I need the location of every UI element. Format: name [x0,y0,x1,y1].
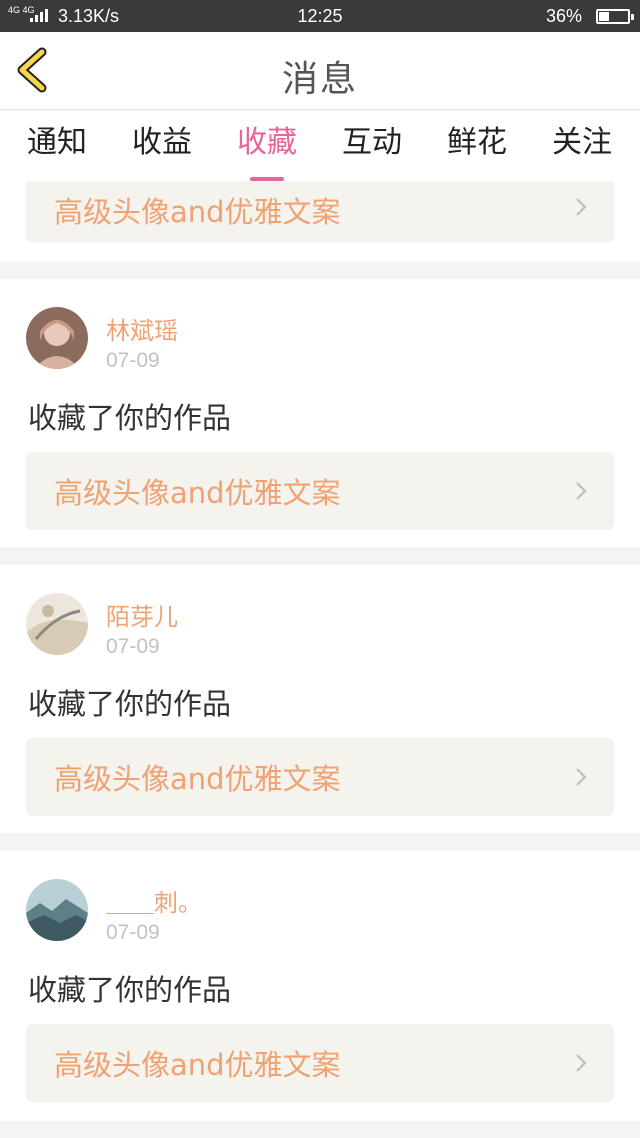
work-link[interactable]: 高级头像and优雅文案 [26,1024,614,1102]
tab-label: 通知 [27,125,87,160]
chevron-right-icon [576,768,587,786]
user-name[interactable]: 林斌瑶 [106,311,178,346]
clock: 12:25 [297,6,343,26]
tab-label: 关注 [552,125,612,160]
message-action: 收藏了你的作品 [28,973,232,1007]
work-title: 高级头像and优雅文案 [54,762,341,796]
tab-interactions[interactable]: 互动 [317,121,427,165]
work-link[interactable]: 高级头像and优雅文案 [26,738,614,816]
user-name[interactable]: 陌芽儿 [106,597,178,632]
nav-bar: 消息 [0,32,640,110]
chevron-right-icon [576,1054,587,1072]
message-date: 07-09 [106,635,160,658]
avatar[interactable] [26,879,88,941]
work-title: 高级头像and优雅文案 [54,476,341,510]
avatar[interactable] [26,307,88,369]
battery-percent: 36% [546,6,583,26]
battery-icon [596,9,634,24]
tab-earnings[interactable]: 收益 [107,121,217,165]
tab-label: 互动 [342,125,402,160]
tab-bar: 通知 收益 收藏 互动 鲜花 关注 [0,111,640,181]
tab-label: 鲜花 [447,125,507,160]
tab-favorites[interactable]: 收藏 [212,121,322,181]
avatar[interactable] [26,593,88,655]
message-card: ＿＿刺。 07-09 收藏了你的作品 高级头像and优雅文案 [0,851,640,1121]
user-name[interactable]: ＿＿刺。 [106,883,202,918]
work-title: 高级头像and优雅文案 [54,1048,341,1082]
tab-label: 收藏 [237,125,297,160]
tab-label: 收益 [132,125,192,160]
status-bar: 4G 4G 3.13K/s 12:25 36% [0,0,640,32]
work-title: 高级头像and优雅文案 [54,195,341,229]
message-action: 收藏了你的作品 [28,687,232,721]
tab-flowers[interactable]: 鲜花 [422,121,532,165]
message-card: 林斌瑶 07-09 收藏了你的作品 高级头像and优雅文案 [0,279,640,547]
message-date: 07-09 [106,921,160,944]
message-card: 高级头像and优雅文案 [0,181,640,262]
message-date: 07-09 [106,349,160,372]
work-link[interactable]: 高级头像and优雅文案 [26,181,614,243]
work-link[interactable]: 高级头像and优雅文案 [26,452,614,530]
tab-following[interactable]: 关注 [527,121,637,165]
message-card: 陌芽儿 07-09 收藏了你的作品 高级头像and优雅文案 [0,565,640,833]
tab-notifications[interactable]: 通知 [2,121,112,165]
chevron-right-icon [576,198,587,216]
page-title: 消息 [281,59,358,100]
chevron-right-icon [576,482,587,500]
message-action: 收藏了你的作品 [28,401,232,435]
